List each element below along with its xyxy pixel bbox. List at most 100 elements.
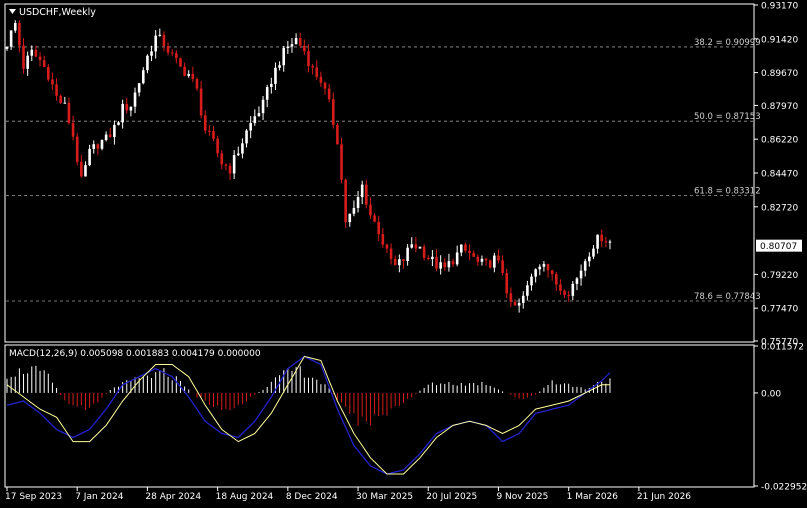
bull-candle-body bbox=[286, 46, 290, 49]
bear-candle-body bbox=[414, 244, 418, 249]
bull-candle-body bbox=[26, 55, 29, 69]
time-tick-label: 8 Dec 2024 bbox=[286, 492, 338, 502]
bull-candle-body bbox=[418, 246, 422, 249]
bear-candle-body bbox=[220, 153, 224, 165]
bear-candle-body bbox=[80, 161, 83, 177]
bull-candle-body bbox=[447, 261, 451, 268]
current-price-label: 0.80707 bbox=[760, 242, 797, 252]
bull-candle-body bbox=[294, 38, 298, 45]
bull-candle-body bbox=[84, 165, 87, 177]
fib-label: 61.8 = 0.83312 bbox=[694, 186, 761, 196]
bear-candle-body bbox=[67, 102, 71, 124]
bear-candle-body bbox=[451, 261, 455, 265]
bull-candle-body bbox=[232, 155, 236, 174]
bull-candle-body bbox=[410, 244, 414, 248]
bull-candle-body bbox=[121, 103, 124, 123]
bull-candle-body bbox=[579, 270, 583, 279]
bear-candle-body bbox=[331, 99, 335, 125]
bear-candle-body bbox=[203, 115, 207, 131]
bull-candle-body bbox=[521, 295, 525, 303]
bull-candle-body bbox=[534, 269, 537, 277]
bear-candle-body bbox=[170, 52, 174, 54]
bear-candle-body bbox=[224, 164, 228, 166]
bear-candle-body bbox=[55, 84, 58, 96]
price-tick-label: 0.79220 bbox=[761, 271, 798, 281]
bear-candle-body bbox=[513, 301, 517, 306]
bull-candle-body bbox=[431, 256, 434, 260]
bull-candle-body bbox=[129, 106, 133, 111]
bull-candle-body bbox=[530, 276, 533, 286]
macd-tick-label: 0.011572 bbox=[761, 343, 804, 353]
bull-candle-body bbox=[480, 258, 484, 262]
bear-candle-body bbox=[389, 248, 393, 259]
bear-candle-body bbox=[191, 73, 195, 80]
bear-candle-body bbox=[51, 79, 54, 85]
bear-candle-body bbox=[319, 76, 323, 83]
bear-candle-body bbox=[315, 67, 319, 77]
bear-candle-body bbox=[208, 130, 211, 132]
bear-candle-body bbox=[47, 66, 50, 80]
bull-candle-body bbox=[146, 55, 149, 71]
usdchf-chart[interactable]: 38.2 = 0.90999 50.0 = 0.87153 61.8 = 0.833… bbox=[0, 0, 807, 508]
bull-candle-body bbox=[455, 252, 459, 265]
bull-candle-body bbox=[88, 148, 91, 166]
time-tick-label: 21 Jun 2026 bbox=[637, 492, 691, 502]
bull-candle-body bbox=[278, 65, 281, 68]
bear-candle-body bbox=[443, 262, 447, 268]
bull-candle-body bbox=[493, 255, 496, 268]
bull-candle-body bbox=[133, 92, 137, 107]
bull-candle-body bbox=[92, 144, 96, 149]
bear-candle-body bbox=[311, 66, 314, 68]
bear-candle-body bbox=[369, 204, 372, 216]
bull-candle-body bbox=[265, 87, 269, 100]
bull-candle-body bbox=[352, 207, 356, 214]
bear-candle-body bbox=[604, 241, 608, 243]
bear-candle-body bbox=[464, 244, 467, 251]
bear-candle-body bbox=[468, 250, 471, 254]
bear-candle-body bbox=[166, 45, 170, 53]
symbol-label: USDCHF,Weekly bbox=[19, 7, 96, 18]
bull-candle-body bbox=[583, 261, 587, 271]
bull-candle-body bbox=[356, 197, 360, 208]
bull-candle-body bbox=[113, 124, 116, 137]
bull-candle-body bbox=[137, 83, 141, 93]
fib-label: 38.2 = 0.90999 bbox=[694, 38, 761, 48]
price-tick-label: 0.91420 bbox=[761, 35, 798, 45]
bear-candle-body bbox=[75, 136, 79, 162]
bull-candle-body bbox=[5, 46, 9, 49]
bear-candle-body bbox=[212, 131, 215, 139]
bear-candle-body bbox=[298, 38, 302, 46]
bear-candle-body bbox=[505, 273, 509, 294]
bull-candle-body bbox=[592, 248, 595, 257]
bear-candle-body bbox=[59, 95, 62, 104]
bear-candle-body bbox=[336, 124, 339, 145]
bull-candle-body bbox=[9, 30, 13, 47]
bear-candle-body bbox=[179, 58, 182, 67]
bear-candle-body bbox=[509, 293, 513, 302]
bull-candle-body bbox=[236, 153, 240, 156]
bull-candle-body bbox=[538, 266, 542, 270]
bull-candle-body bbox=[30, 49, 34, 56]
bull-candle-body bbox=[406, 247, 409, 261]
bear-candle-body bbox=[559, 284, 562, 291]
bull-candle-body bbox=[100, 140, 104, 149]
bear-candle-body bbox=[216, 138, 219, 154]
bear-candle-body bbox=[183, 66, 186, 76]
bull-candle-body bbox=[290, 44, 294, 47]
bear-candle-body bbox=[125, 103, 129, 111]
bear-candle-body bbox=[22, 45, 25, 69]
fib-label: 78.6 = 0.77843 bbox=[694, 292, 761, 302]
bull-candle-body bbox=[249, 123, 252, 131]
macd-tick-label: -0.022952 bbox=[761, 483, 807, 493]
bull-candle-body bbox=[158, 34, 162, 36]
bear-candle-body bbox=[199, 88, 203, 116]
macd-tick-label: 0.00 bbox=[761, 389, 781, 399]
bear-candle-body bbox=[381, 234, 385, 245]
time-tick-label: 30 Mar 2025 bbox=[356, 492, 413, 502]
time-tick-label: 17 Sep 2023 bbox=[5, 492, 62, 502]
bull-candle-body bbox=[608, 241, 612, 243]
bear-candle-body bbox=[303, 45, 306, 52]
bear-candle-body bbox=[327, 88, 331, 100]
macd-label: MACD(12,26,9) 0.005098 0.001883 0.004179… bbox=[9, 349, 261, 359]
bull-candle-body bbox=[154, 35, 157, 52]
